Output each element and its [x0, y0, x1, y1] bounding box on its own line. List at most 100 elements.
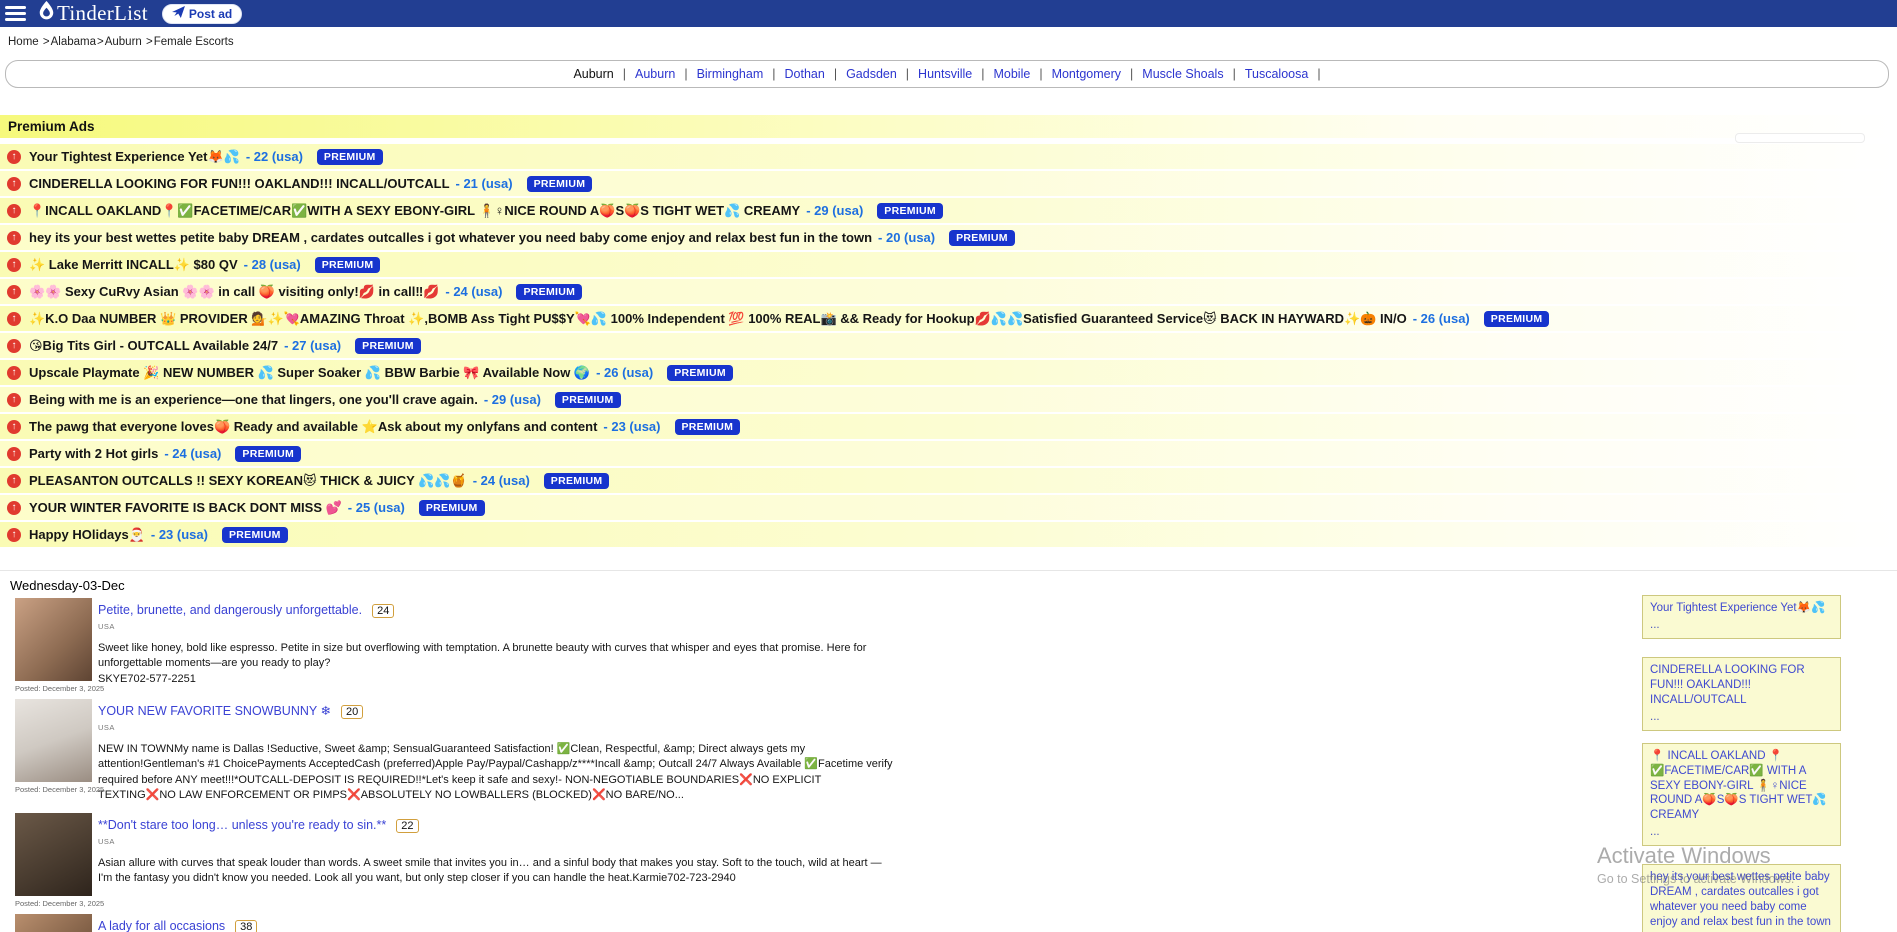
premium-ad-title[interactable]: YOUR WINTER FAVORITE IS BACK DONT MISS 💕 — [29, 500, 342, 516]
city-link-dothan[interactable]: Dothan — [785, 67, 825, 81]
premium-ad-title[interactable]: 📍INCALL OAKLAND📍✅FACETIME/CAR✅WITH A SEX… — [29, 203, 800, 219]
premium-ad-meta: - 23 (usa) — [603, 419, 660, 434]
page: TinderList Post ad Home >Alabama>Auburn … — [0, 0, 1897, 932]
posted-date: Posted: December 3, 2025 — [15, 899, 104, 908]
city-link-huntsville[interactable]: Huntsville — [918, 67, 972, 81]
premium-ad-row[interactable]: ↑ The pawg that everyone loves🍑 Ready and… — [0, 414, 1897, 439]
premium-ad-row[interactable]: ↑ PLEASANTON OUTCALLS !! SEXY KOREAN😻 THI… — [0, 468, 1897, 493]
listing-title-link[interactable]: YOUR NEW FAVORITE SNOWBUNNY ❄ — [98, 704, 331, 718]
city-link-muscle-shoals[interactable]: Muscle Shoals — [1142, 67, 1223, 81]
premium-ad-title[interactable]: The pawg that everyone loves🍑 Ready and … — [29, 419, 597, 435]
premium-ad-title[interactable]: hey its your best wettes petite baby DRE… — [29, 230, 872, 245]
premium-ad-title[interactable]: ✨ Lake Merritt INCALL✨ $80 QV — [29, 257, 238, 273]
sidebar-ad-link[interactable]: Your Tightest Experience Yet🦊💦 — [1650, 602, 1825, 614]
listing-card: A lady for all occasions38 USA — [15, 914, 925, 932]
city-link-tuscaloosa[interactable]: Tuscaloosa — [1245, 67, 1308, 81]
premium-ad-row[interactable]: ↑Party with 2 Hot girls- 24 (usa)PREMIUM — [0, 441, 1897, 466]
up-arrow-icon: ↑ — [7, 420, 21, 434]
sidebar-ad-more: ... — [1650, 825, 1833, 840]
premium-ad-row[interactable]: ↑Your Tightest Experience Yet🦊💦- 22 (usa… — [0, 144, 1897, 169]
city-link-auburn[interactable]: Auburn — [635, 67, 675, 81]
listing-description: Asian allure with curves that speak loud… — [98, 856, 898, 887]
breadcrumb-home[interactable]: Home — [8, 36, 39, 48]
premium-ad-title[interactable]: PLEASANTON OUTCALLS !! SEXY KOREAN😻 THIC… — [29, 473, 467, 489]
city-link-mobile[interactable]: Mobile — [993, 67, 1030, 81]
premium-ad-row[interactable]: ↑YOUR WINTER FAVORITE IS BACK DONT MISS … — [0, 495, 1897, 520]
listing-photo[interactable] — [15, 813, 92, 896]
premium-ad-meta: - 24 (usa) — [164, 446, 221, 461]
sidebar-ad-more: ... — [1650, 710, 1833, 725]
sidebar-ad-box[interactable]: 📍 INCALL OAKLAND 📍 ✅FACETIME/CAR✅ WITH A… — [1642, 743, 1841, 847]
premium-badge: PREMIUM — [222, 527, 288, 543]
city-separator: | — [906, 67, 909, 81]
premium-ad-title[interactable]: 😘Big Tits Girl - OUTCALL Available 24/7 — [29, 338, 278, 354]
listing-title-link[interactable]: Petite, brunette, and dangerously unforg… — [98, 603, 362, 617]
premium-ad-row[interactable]: ↑✨K.O Daa NUMBER 👑 PROVIDER 💁✨💘AMAZING T… — [0, 306, 1897, 331]
listing-title-link[interactable]: **Don't stare too long… unless you're re… — [98, 818, 386, 832]
listing-country: USA — [98, 837, 925, 846]
up-arrow-icon: ↑ — [7, 366, 21, 380]
listing-description: Sweet like honey, bold like espresso. Pe… — [98, 641, 898, 672]
listing-card: **Don't stare too long… unless you're re… — [15, 813, 925, 905]
premium-section: Premium Ads ↑Your Tightest Experience Ye… — [0, 115, 1897, 549]
up-arrow-icon: ↑ — [7, 528, 21, 542]
up-arrow-icon: ↑ — [7, 474, 21, 488]
premium-badge: PREMIUM — [949, 230, 1015, 246]
premium-ad-title[interactable]: Upscale Playmate 🎉 NEW NUMBER 💦 Super So… — [29, 365, 590, 381]
age-badge: 20 — [341, 705, 363, 719]
premium-ad-title[interactable]: Being with me is an experience—one that … — [29, 392, 478, 407]
city-separator: | — [684, 67, 687, 81]
city-link-gadsden[interactable]: Gadsden — [846, 67, 897, 81]
premium-ad-title[interactable]: Party with 2 Hot girls — [29, 446, 158, 461]
city-link-birmingham[interactable]: Birmingham — [697, 67, 764, 81]
premium-ad-title[interactable]: ✨K.O Daa NUMBER 👑 PROVIDER 💁✨💘AMAZING Th… — [29, 311, 1407, 327]
city-nav: Auburn | Auburn | Birmingham | Dothan | … — [5, 60, 1889, 88]
listing-photo[interactable] — [15, 598, 92, 681]
premium-ad-row[interactable]: ↑hey its your best wettes petite baby DR… — [0, 225, 1897, 250]
listing-title-link[interactable]: A lady for all occasions — [98, 919, 225, 932]
paper-plane-icon — [172, 6, 185, 21]
listing-photo[interactable] — [15, 699, 92, 782]
premium-ad-title[interactable]: Your Tightest Experience Yet🦊💦 — [29, 149, 240, 165]
premium-ad-list: ↑ Your Tightest Experience Yet🦊💦 - 22 (usa… — [0, 144, 1897, 547]
premium-badge: PREMIUM — [235, 446, 301, 462]
age-badge: 24 — [372, 604, 394, 618]
posted-date: Posted: December 3, 2025 — [15, 785, 104, 794]
city-separator: | — [772, 67, 775, 81]
site-logo[interactable]: TinderList — [38, 1, 148, 26]
up-arrow-icon: ↑ — [7, 177, 21, 191]
premium-badge: PREMIUM — [667, 365, 733, 381]
premium-ad-title[interactable]: CINDERELLA LOOKING FOR FUN!!! OAKLAND!!!… — [29, 176, 450, 191]
premium-ad-row[interactable]: ↑ CINDERELLA LOOKING FOR FUN!!! OAKLAND!!… — [0, 171, 1897, 196]
listing-photo[interactable] — [15, 914, 92, 932]
premium-badge: PREMIUM — [516, 284, 582, 300]
premium-ad-title[interactable]: 🌸🌸 Sexy CuRvy Asian 🌸🌸 in call 🍑 visitin… — [29, 284, 439, 300]
premium-ad-row[interactable]: ↑ Upscale Playmate 🎉 NEW NUMBER 💦 Super S… — [0, 360, 1897, 385]
age-badge: 38 — [235, 920, 257, 932]
premium-ad-row[interactable]: ↑Being with me is an experience—one that… — [0, 387, 1897, 412]
premium-ad-row[interactable]: ↑✨ Lake Merritt INCALL✨ $80 QV- 28 (usa)… — [0, 252, 1897, 277]
activate-windows-subtext: Go to Settings to activate Windows. — [1597, 872, 1794, 886]
premium-ad-row[interactable]: ↑ 🌸🌸 Sexy CuRvy Asian 🌸🌸 in call 🍑 visiti… — [0, 279, 1897, 304]
sidebar-ad-link[interactable]: CINDERELLA LOOKING FOR FUN!!! OAKLAND!!!… — [1650, 664, 1805, 706]
breadcrumb-category[interactable]: Female Escorts — [154, 36, 234, 48]
premium-ad-title[interactable]: Happy HOlidays🎅 — [29, 527, 145, 543]
premium-ad-meta: - 29 (usa) — [806, 203, 863, 218]
breadcrumb-state[interactable]: Alabama — [51, 36, 96, 48]
sidebar-ad-link[interactable]: 📍 INCALL OAKLAND 📍 ✅FACETIME/CAR✅ WITH A… — [1650, 750, 1827, 822]
up-arrow-icon: ↑ — [7, 204, 21, 218]
logo-text: TinderList — [57, 1, 148, 26]
post-ad-button[interactable]: Post ad — [162, 4, 242, 24]
premium-ad-row[interactable]: ↑😘Big Tits Girl - OUTCALL Available 24/7… — [0, 333, 1897, 358]
menu-icon[interactable] — [5, 6, 26, 21]
city-link-montgomery[interactable]: Montgomery — [1052, 67, 1121, 81]
breadcrumb-city[interactable]: Auburn — [105, 36, 142, 48]
premium-badge: PREMIUM — [315, 257, 381, 273]
sidebar-ad-box[interactable]: Your Tightest Experience Yet🦊💦 ... — [1642, 595, 1841, 639]
premium-ad-row[interactable]: ↑ 📍INCALL OAKLAND📍✅FACETIME/CAR✅WITH A SE… — [0, 198, 1897, 223]
sidebar-ad-box[interactable]: CINDERELLA LOOKING FOR FUN!!! OAKLAND!!!… — [1642, 657, 1841, 731]
premium-ad-meta: - 22 (usa) — [246, 149, 303, 164]
horizontal-scrollbar-thumb[interactable] — [1735, 133, 1865, 143]
premium-ad-row[interactable]: ↑Happy HOlidays🎅- 23 (usa)PREMIUM — [0, 522, 1897, 547]
up-arrow-icon: ↑ — [7, 285, 21, 299]
